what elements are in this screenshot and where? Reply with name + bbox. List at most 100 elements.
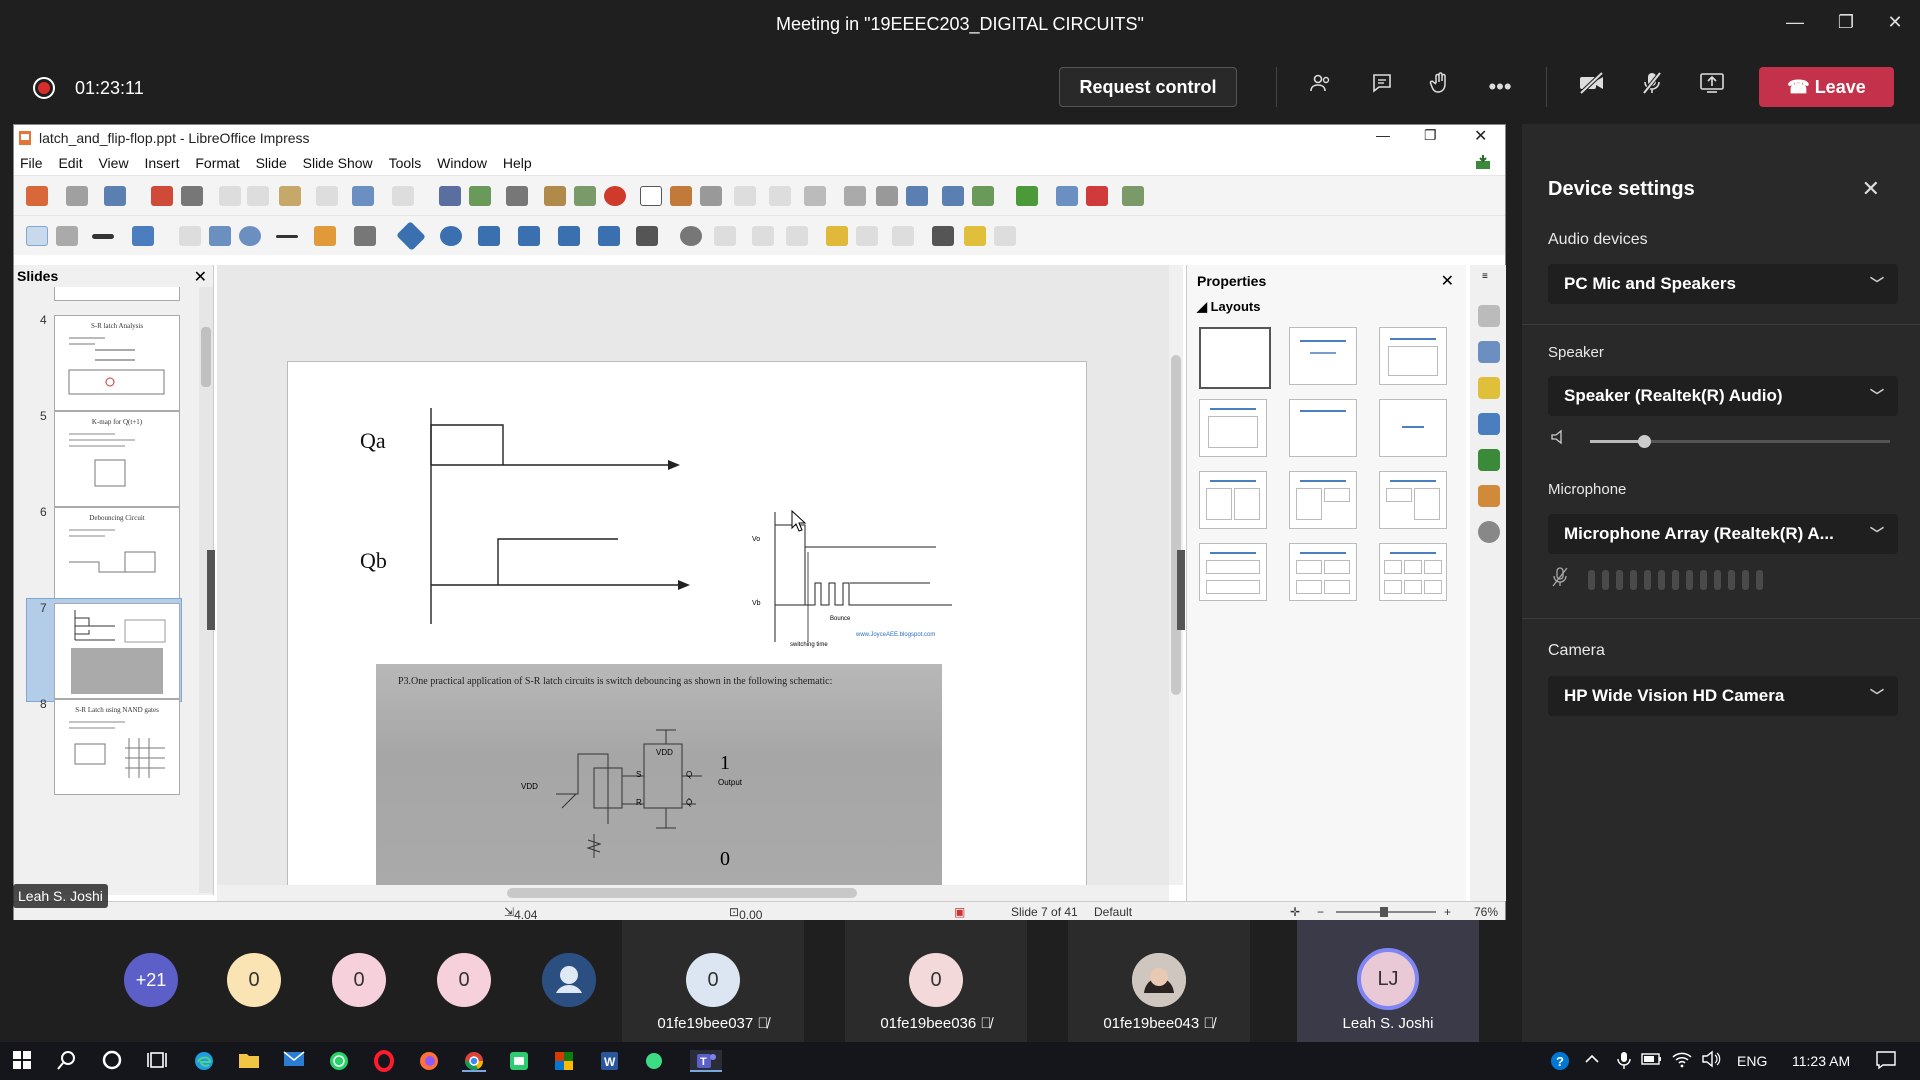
- impress-close-button[interactable]: ✕: [1474, 126, 1487, 146]
- fontwork-icon[interactable]: [670, 186, 692, 206]
- duplicate-slide-icon[interactable]: [1056, 186, 1078, 206]
- menu-format[interactable]: Format: [195, 155, 239, 171]
- layout-title-two-content-content[interactable]: [1379, 471, 1447, 529]
- microphone-tray-icon[interactable]: [1612, 1050, 1636, 1072]
- layout-title-only-2[interactable]: [1289, 399, 1357, 457]
- slide[interactable]: Qa Qb Vo Vb Bounce switching time www.Jo…: [287, 361, 1087, 891]
- layout-blank[interactable]: [1199, 327, 1271, 389]
- zoom-slider-handle[interactable]: [1380, 907, 1388, 917]
- ellipse-icon[interactable]: [239, 226, 261, 246]
- slide-thumbnail[interactable]: S-R Latch using NAND gates: [54, 699, 180, 795]
- media-icon[interactable]: [574, 186, 596, 206]
- mic-off-icon[interactable]: [1636, 71, 1668, 103]
- menu-slide-show[interactable]: Slide Show: [303, 155, 373, 171]
- battery-icon[interactable]: [1640, 1050, 1664, 1072]
- undo-icon[interactable]: [352, 186, 374, 206]
- layout-title-six-content[interactable]: [1379, 543, 1447, 601]
- gallery-tab-icon[interactable]: [1478, 485, 1500, 507]
- master-name[interactable]: Default: [1094, 905, 1132, 919]
- display-views-icon[interactable]: [804, 186, 826, 206]
- menu-insert[interactable]: Insert: [144, 155, 179, 171]
- android-app-icon[interactable]: [642, 1050, 666, 1072]
- minimize-button[interactable]: —: [1780, 12, 1810, 33]
- line-icon[interactable]: [179, 226, 201, 246]
- new-slide-view-icon[interactable]: [906, 186, 928, 206]
- slide-thumbnail[interactable]: S-R latch Analysis: [54, 315, 180, 411]
- spelling-icon[interactable]: [469, 186, 491, 206]
- microphone-select[interactable]: Microphone Array (Realtek(R) A... ﹀: [1548, 514, 1898, 554]
- layout-title-content[interactable]: [1379, 327, 1447, 385]
- more-options-icon[interactable]: •••: [1484, 71, 1516, 103]
- close-icon[interactable]: ✕: [1862, 176, 1880, 202]
- participant-avatar[interactable]: 0: [332, 953, 386, 1007]
- shadow-icon[interactable]: [826, 226, 848, 246]
- file-explorer-icon[interactable]: [237, 1050, 261, 1072]
- horizontal-scrollbar[interactable]: [217, 885, 1169, 901]
- close-icon[interactable]: ✕: [194, 267, 207, 287]
- search-icon[interactable]: [55, 1050, 79, 1072]
- close-icon[interactable]: ✕: [1441, 271, 1454, 291]
- camera-select[interactable]: HP Wide Vision HD Camera ﹀: [1548, 676, 1898, 716]
- save-icon[interactable]: [104, 186, 126, 206]
- chat-icon[interactable]: [1366, 71, 1398, 103]
- pane-collapse-handle[interactable]: [207, 550, 215, 630]
- fill-color-icon[interactable]: [132, 226, 154, 246]
- open-icon[interactable]: [66, 186, 88, 206]
- whatsapp-icon[interactable]: [327, 1050, 351, 1072]
- copy-icon[interactable]: [247, 186, 269, 206]
- scroll-thumb[interactable]: [507, 888, 857, 898]
- image-icon[interactable]: [544, 186, 566, 206]
- properties-tab-icon[interactable]: [1478, 305, 1500, 327]
- master-slides-tab-icon[interactable]: [1478, 341, 1500, 363]
- camera-off-icon[interactable]: [1576, 71, 1608, 103]
- slide-thumbnail[interactable]: K-map for Q(t+1): [54, 411, 180, 507]
- custom-animation-tab-icon[interactable]: [1478, 377, 1500, 399]
- basic-shapes-icon[interactable]: [396, 221, 426, 251]
- print-icon[interactable]: [181, 186, 203, 206]
- update-icon[interactable]: [1474, 153, 1492, 171]
- menu-window[interactable]: Window: [437, 155, 487, 171]
- chrome-icon[interactable]: [462, 1050, 486, 1072]
- scroll-thumb[interactable]: [1171, 355, 1181, 695]
- zoom-in-button[interactable]: +: [1444, 905, 1451, 919]
- wifi-icon[interactable]: [1670, 1050, 1694, 1072]
- symbol-shapes-icon[interactable]: [440, 226, 462, 246]
- text-box-icon[interactable]: [640, 186, 662, 206]
- scroll-thumb[interactable]: [201, 327, 211, 387]
- menu-file[interactable]: File: [20, 155, 43, 171]
- flowchart-icon[interactable]: [518, 226, 540, 246]
- menu-view[interactable]: View: [98, 155, 128, 171]
- start-first-slide-icon[interactable]: [942, 186, 964, 206]
- slide-thumbnail[interactable]: Debouncing Circuit: [54, 507, 180, 603]
- zoom-level[interactable]: 76%: [1474, 905, 1498, 919]
- distribute-icon[interactable]: [786, 226, 808, 246]
- slide-transition-tab-icon[interactable]: [1478, 413, 1500, 435]
- menu-edit[interactable]: Edit: [58, 155, 82, 171]
- share-screen-icon[interactable]: [1696, 71, 1728, 103]
- export-pdf-icon[interactable]: [151, 186, 173, 206]
- windows-start-icon[interactable]: [10, 1050, 34, 1072]
- line-color-icon[interactable]: [92, 234, 114, 239]
- crop-icon[interactable]: [856, 226, 878, 246]
- raise-hand-icon[interactable]: [1424, 71, 1456, 103]
- layouts-section[interactable]: ◢ Layouts: [1197, 299, 1260, 315]
- filter-icon[interactable]: [892, 226, 914, 246]
- rotate-icon[interactable]: [680, 226, 702, 246]
- close-button[interactable]: ✕: [1880, 12, 1910, 33]
- slide-canvas[interactable]: Qa Qb Vo Vb Bounce switching time www.Jo…: [207, 265, 1169, 891]
- fit-slide-icon[interactable]: ✛: [1290, 905, 1300, 919]
- cut-icon[interactable]: [219, 186, 241, 206]
- slide-transition-icon[interactable]: [1122, 186, 1144, 206]
- paste-icon[interactable]: [279, 186, 301, 206]
- points-icon[interactable]: [932, 226, 954, 246]
- layout-title-two-content[interactable]: [1199, 471, 1267, 529]
- lines-arrows-icon[interactable]: [276, 235, 298, 238]
- layout-title-four-content[interactable]: [1289, 543, 1357, 601]
- layout-title-content-two[interactable]: [1289, 471, 1357, 529]
- show-hidden-icons-chevron[interactable]: [1580, 1050, 1604, 1072]
- task-view-icon[interactable]: [145, 1050, 169, 1072]
- callouts-icon[interactable]: [558, 226, 580, 246]
- glue-points-icon[interactable]: [964, 226, 986, 246]
- delete-slide-icon[interactable]: [1086, 186, 1108, 206]
- speaker-volume-knob[interactable]: [1638, 435, 1651, 448]
